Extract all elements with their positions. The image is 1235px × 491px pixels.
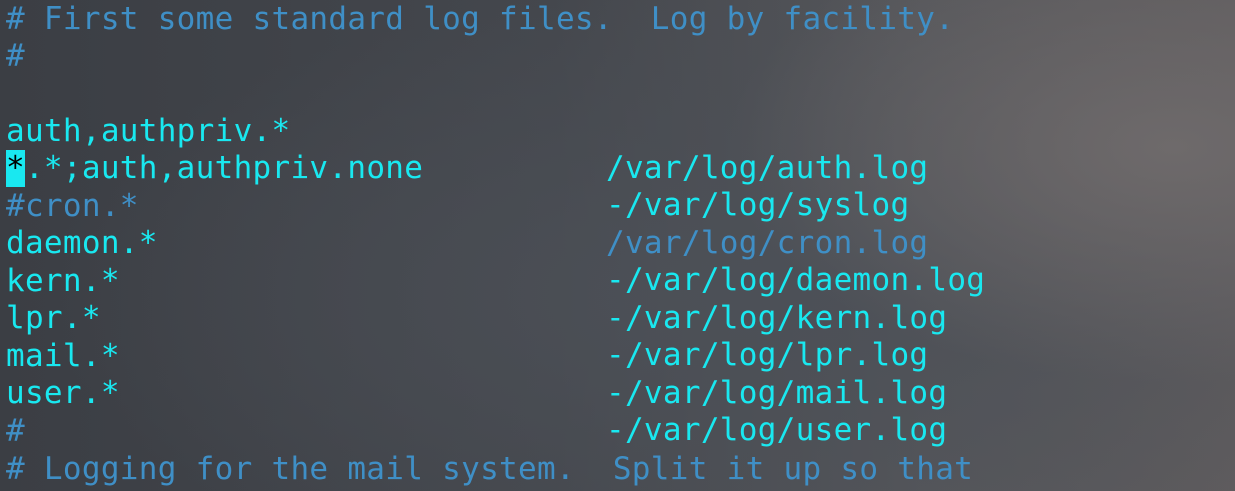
terminal-editor[interactable]: # First some standard log files. Log by … [6, 0, 1231, 491]
log-destination: -/var/log/user.log [606, 412, 948, 448]
config-line-syslog: *.*;auth,authpriv.none -/var/log/syslog [6, 113, 1231, 223]
config-line-daemon: daemon.* -/var/log/daemon.log [6, 188, 1231, 298]
facility-selector: user.* [6, 375, 120, 411]
config-line-mail: mail.* -/var/log/mail.log [6, 301, 1231, 411]
config-line-kern: kern.* -/var/log/kern.log [6, 226, 1231, 336]
config-line-cron-commented: #cron.* /var/log/cron.log [6, 151, 1231, 261]
config-line-auth: auth,authpriv.* /var/log/auth.log [6, 76, 1231, 186]
comment-line: # First some standard log files. Log by … [6, 1, 955, 37]
comment-line: # [6, 413, 25, 449]
config-line-user: user.* -/var/log/user.log [6, 338, 1231, 448]
comment-line: # Logging for the mail system. Split it … [6, 451, 974, 487]
log-destination: -/var/log/mail.log [606, 375, 948, 411]
config-line-lpr: lpr.* -/var/log/lpr.log [6, 263, 1231, 373]
comment-line: # [6, 38, 25, 74]
